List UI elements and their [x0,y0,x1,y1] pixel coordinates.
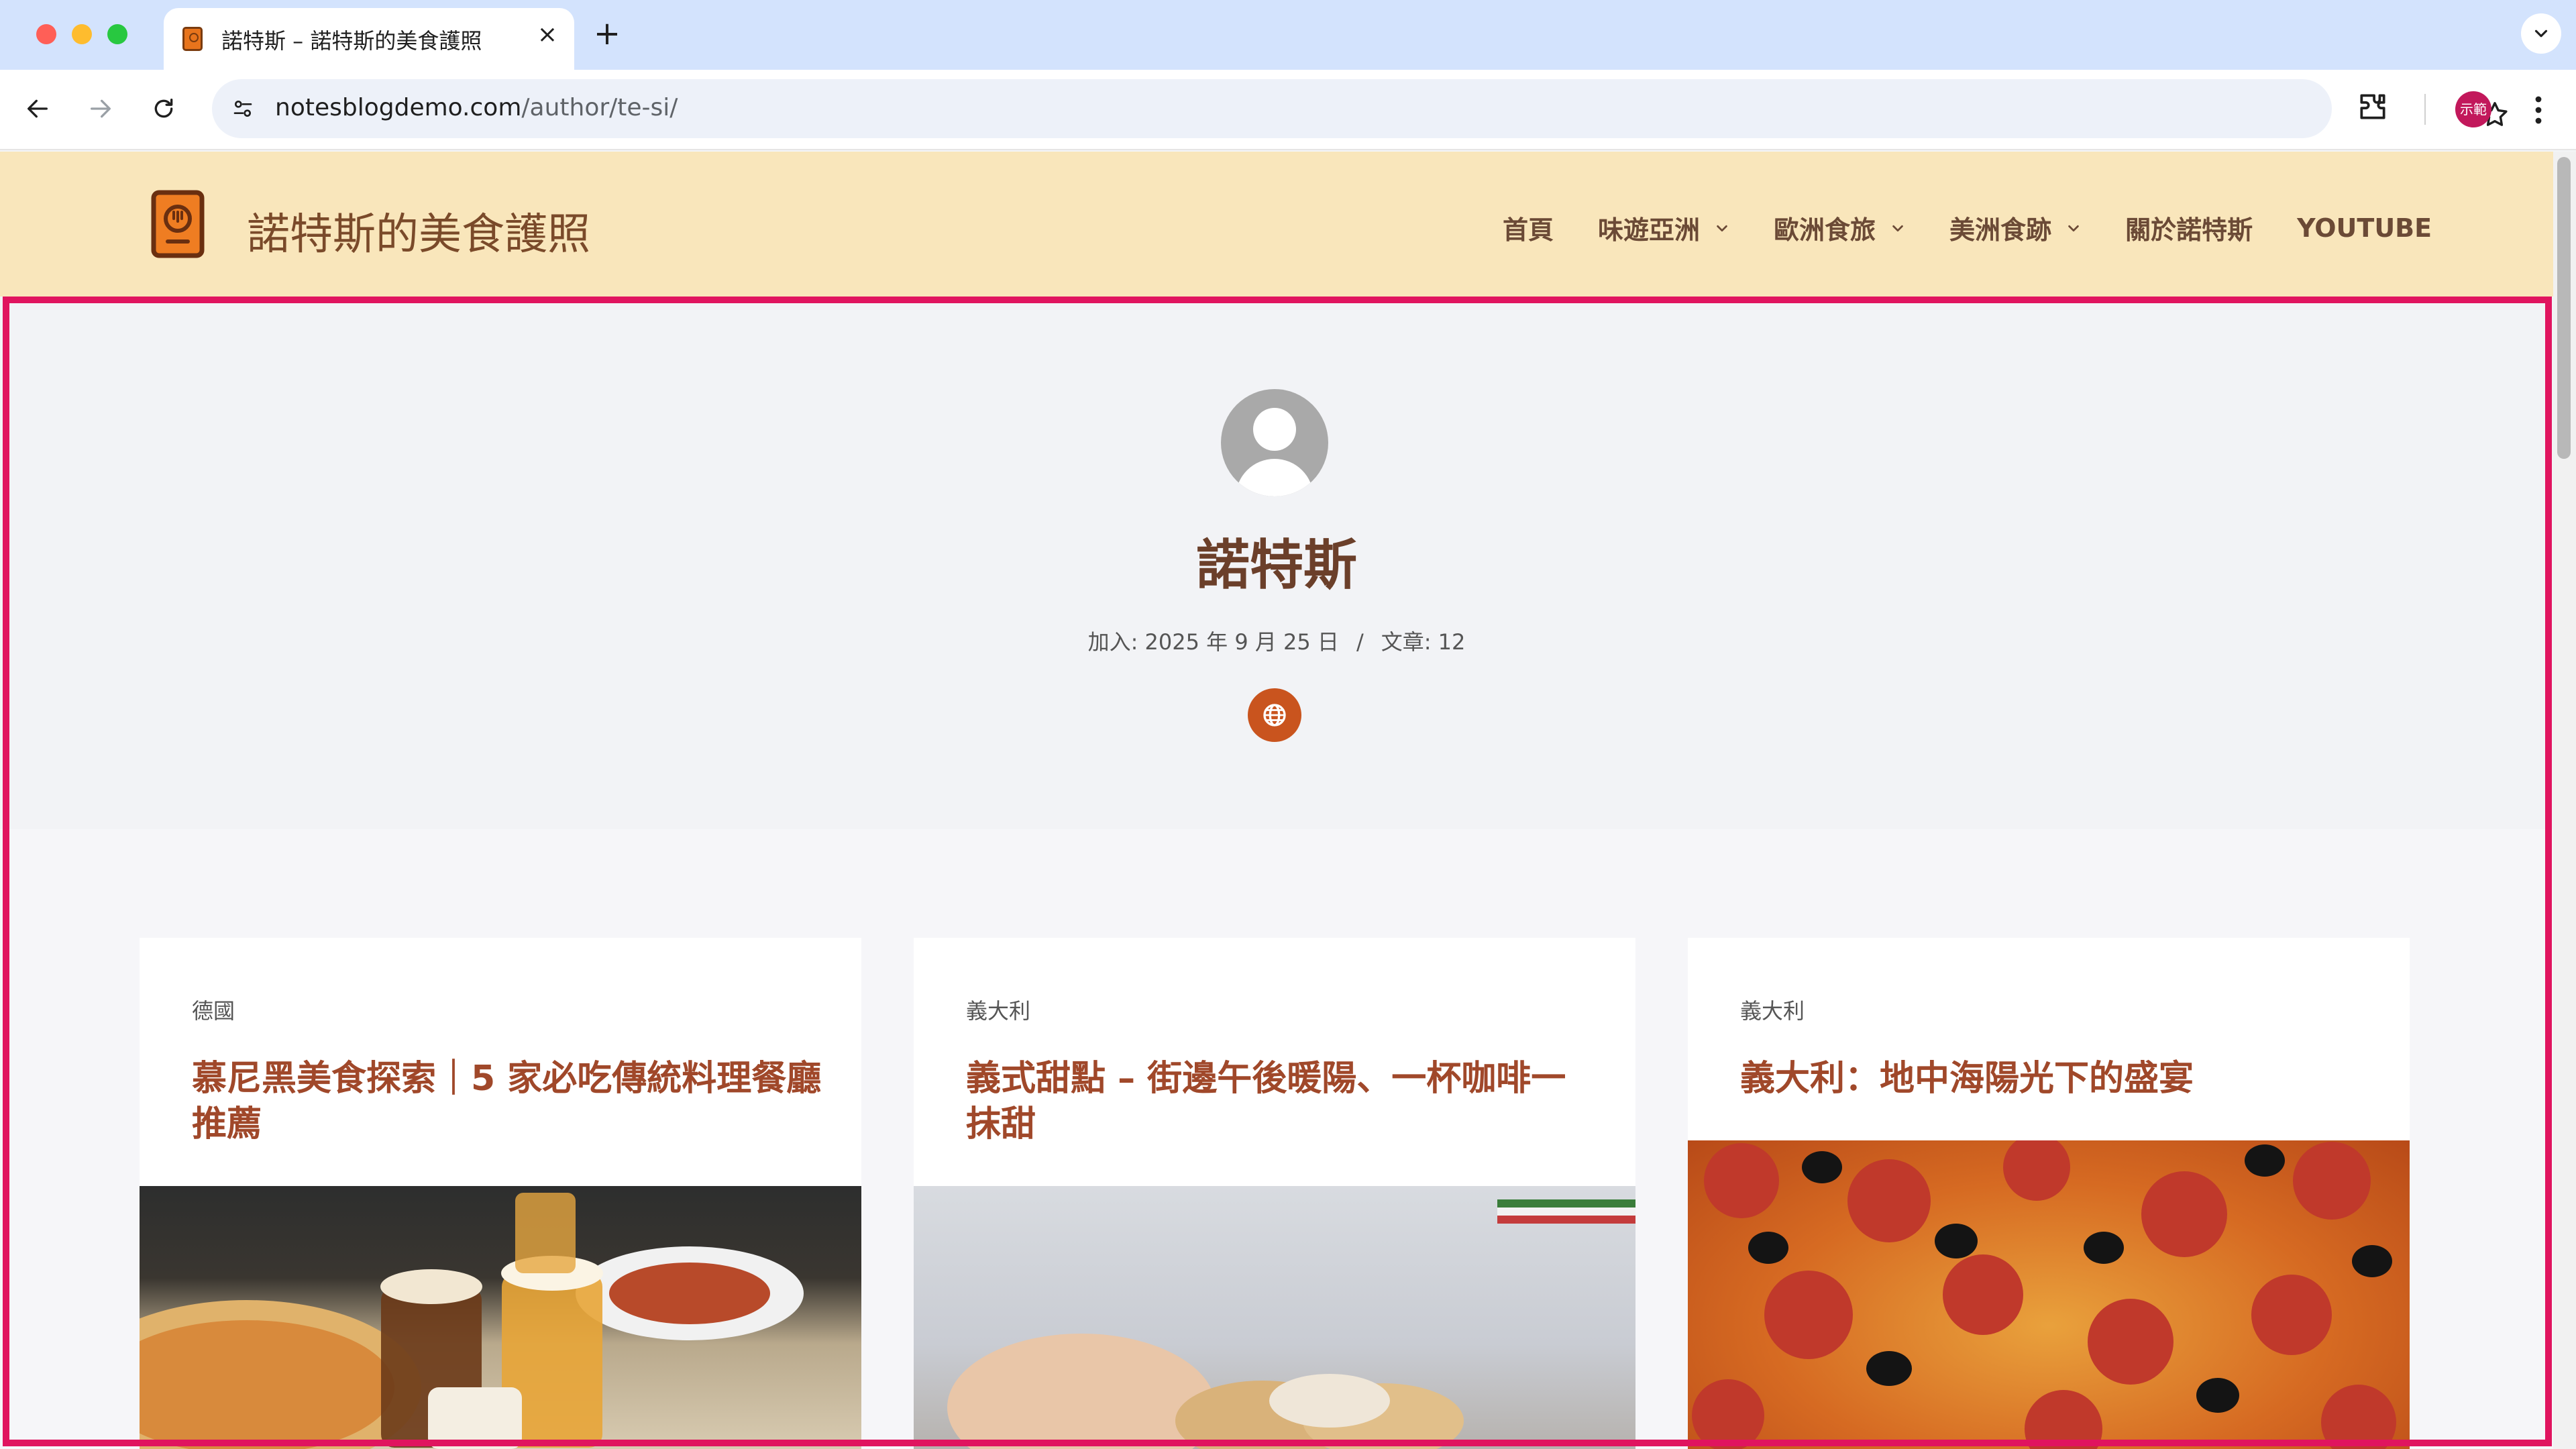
site-header: 諾特斯的美食護照 首頁 味遊亞洲 歐洲食旅 美洲食跡 關於諾特斯 YOUTUBE [0,152,2553,297]
chevron-down-icon [2068,225,2079,231]
post-title[interactable]: 義大利：地中海陽光下的盛宴 [1740,1056,2371,1102]
nav-label: 首頁 [1503,215,1554,245]
post-card[interactable]: 義大利 義大利：地中海陽光下的盛宴 [1688,938,2410,1449]
arrow-right-icon [91,99,111,118]
nav-label: 歐洲食旅 [1774,215,1876,245]
back-button[interactable] [19,90,56,127]
passport-logo-icon[interactable] [150,189,205,259]
post-thumbnail[interactable] [1688,1134,2410,1449]
cannoli-image [947,1199,1635,1449]
nav-label: 關於諾特斯 [2125,215,2253,245]
beer-toast-image [140,1193,804,1449]
nav-item-home[interactable]: 首頁 [1503,209,1554,246]
post-category[interactable]: 義大利 [1740,994,1805,1025]
author-avatar [1221,389,1328,496]
maximize-window-button[interactable] [107,24,127,44]
post-card[interactable]: 義大利 義式甜點 – 街邊午後暖陽、一杯咖啡一抹甜 [914,938,1635,1449]
author-post-count: 文章: 12 [1381,629,1466,655]
meta-separator: / [1356,629,1364,655]
extensions-puzzle-icon[interactable] [2356,90,2390,123]
nav-item-asia[interactable]: 味遊亞洲 [1598,209,1729,246]
chevron-down-icon [2534,30,2548,38]
close-window-button[interactable] [36,24,56,44]
post-card[interactable]: 德國 慕尼黑美食探索｜5 家必吃傳統料理餐廳推薦 [140,938,861,1449]
site-title[interactable]: 諾特斯的美食護照 [247,200,590,262]
profile-avatar-button[interactable]: 示範 [2455,91,2491,127]
post-category[interactable]: 義大利 [966,994,1030,1025]
reload-icon [154,99,173,118]
pizza-image [1692,1134,2396,1449]
page-scrollbar-thumb[interactable] [2557,157,2571,459]
post-thumbnail[interactable] [914,1186,1635,1449]
nav-item-youtube[interactable]: YOUTUBE [2297,209,2432,246]
tune-icon [233,101,252,117]
toolbar-divider [2424,94,2426,125]
nav-item-about[interactable]: 關於諾特斯 [2125,209,2253,246]
nav-item-americas[interactable]: 美洲食跡 [1949,209,2081,246]
globe-icon [1263,704,1286,727]
chevron-down-icon [1892,225,1903,231]
url-text: notesblogdemo.com/author/te-si/ [275,94,678,121]
author-profile: 諾特斯 加入: 2025 年 9 月 25 日 / 文章: 12 [0,297,2553,829]
author-website-button[interactable] [1248,688,1301,742]
author-name: 諾特斯 [1196,534,1357,596]
tab-search-button[interactable] [2521,13,2561,54]
nav-label: YOUTUBE [2297,213,2432,243]
minimize-window-button[interactable] [72,24,92,44]
new-tab-button[interactable]: + [590,15,624,52]
post-category[interactable]: 德國 [192,994,235,1025]
url-path: /author/te-si/ [521,94,678,121]
main-content: 諾特斯 加入: 2025 年 9 月 25 日 / 文章: 12 德國 慕尼黑美食探… [0,297,2553,1449]
author-joined: 加入: 2025 年 9 月 25 日 [1087,629,1339,655]
chevron-down-icon [1717,225,1727,231]
main-navigation: 首頁 味遊亞洲 歐洲食旅 美洲食跡 關於諾特斯 YOUTUBE [1503,209,2432,246]
forward-button[interactable] [82,90,119,127]
reload-button[interactable] [145,90,182,127]
site-favicon-icon [182,27,203,51]
author-meta: 加入: 2025 年 9 月 25 日 / 文章: 12 [0,625,2553,656]
post-title[interactable]: 慕尼黑美食探索｜5 家必吃傳統料理餐廳推薦 [192,1056,822,1147]
site-info-button[interactable] [224,90,262,127]
tab-title: 諾特斯 – 諾特斯的美食護照 [221,28,482,54]
nav-item-europe[interactable]: 歐洲食旅 [1774,209,1905,246]
arrow-left-icon [28,99,48,118]
url-host: notesblogdemo.com [275,94,522,121]
post-title[interactable]: 義式甜點 – 街邊午後暖陽、一杯咖啡一抹甜 [966,1056,1597,1147]
tab-close-icon[interactable]: × [533,20,562,50]
address-bar[interactable]: notesblogdemo.com/author/te-si/ [212,79,2508,138]
nav-label: 美洲食跡 [1949,215,2052,245]
more-vertical-icon[interactable] [2522,93,2555,127]
post-thumbnail[interactable] [140,1186,861,1449]
nav-label: 味遊亞洲 [1598,215,1701,245]
browser-toolbar: notesblogdemo.com/author/te-si/ [0,70,2576,150]
browser-tab-active[interactable]: 諾特斯 – 諾特斯的美食護照 × [164,8,574,70]
browser-tab-bar: 諾特斯 – 諾特斯的美食護照 × + [0,0,2576,70]
